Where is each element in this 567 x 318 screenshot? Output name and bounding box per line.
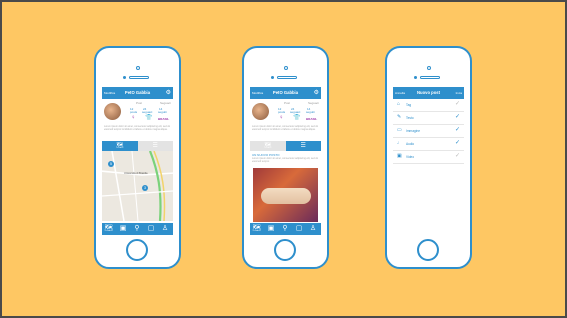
tab-list[interactable]: ☰ bbox=[285, 141, 321, 151]
screen: Annulla Nuovo post Invia ⌂ Tag ✓ ✎ Testo… bbox=[393, 87, 464, 235]
view-tabs: 🗺 ☰ bbox=[102, 141, 173, 151]
send-button[interactable]: Invia bbox=[456, 91, 462, 95]
option-label: Video bbox=[406, 155, 415, 159]
chat-nav-icon[interactable]: ▢ bbox=[144, 225, 158, 233]
post-body: Lorem ipsum dolor sit amet, consectetur … bbox=[252, 157, 319, 164]
page-title: PetO Gabbia bbox=[272, 90, 299, 95]
post-image[interactable] bbox=[253, 168, 318, 222]
canvas-background: Modifica PetO Gabbia ⚙ Post Seguaci 12 p… bbox=[0, 0, 567, 318]
app-header: Annulla Nuovo post Invia bbox=[393, 87, 464, 99]
map-pin[interactable]: 3 bbox=[142, 185, 148, 191]
bottom-nav: 🗺 ▣ ⚲ ▢ ♙ bbox=[250, 223, 321, 235]
list-icon: ☰ bbox=[300, 143, 306, 149]
tab-map[interactable]: 🗺 bbox=[250, 141, 286, 151]
chat-nav-icon[interactable]: ▢ bbox=[292, 225, 306, 233]
screen: Modifica PetO Gabbia ⚙ Post Seguaci 12 p… bbox=[250, 87, 321, 235]
stat-following-label: seguiti bbox=[306, 110, 315, 114]
country-badge: BRASIL bbox=[158, 117, 170, 121]
option-row-video[interactable]: ▣ Video ✓ bbox=[393, 151, 464, 164]
user-nav-icon[interactable]: ♙ bbox=[306, 225, 320, 233]
page-title: Nuovo post bbox=[416, 90, 441, 95]
check-icon[interactable]: ✓ bbox=[455, 153, 460, 159]
map-icon: 🗺 bbox=[115, 143, 124, 149]
card-nav-icon[interactable]: ▣ bbox=[264, 225, 278, 233]
bottom-nav: 🗺 ▣ ⚲ ▢ ♙ bbox=[102, 223, 173, 235]
option-label: Tag bbox=[406, 103, 412, 107]
country-badge: BRASIL bbox=[306, 117, 318, 121]
home-button[interactable] bbox=[417, 239, 439, 261]
video-icon: ▣ bbox=[397, 153, 402, 159]
stat-followers-label: seguaci bbox=[142, 110, 153, 114]
stat-posts-label: posts bbox=[278, 110, 286, 114]
home-button[interactable] bbox=[126, 239, 148, 261]
speaker bbox=[277, 76, 297, 79]
phone-new-post: Annulla Nuovo post Invia ⌂ Tag ✓ ✎ Testo… bbox=[385, 46, 472, 269]
view-tabs: 🗺 ☰ bbox=[250, 141, 321, 151]
option-row-image[interactable]: ▭ Immagine ✓ bbox=[393, 125, 464, 138]
gear-icon[interactable]: ⚙ bbox=[166, 90, 171, 96]
image-icon: ▭ bbox=[397, 127, 402, 133]
tab-followers-label[interactable]: Seguaci bbox=[308, 101, 319, 105]
sensor bbox=[271, 76, 274, 79]
stat-following-label: seguiti bbox=[158, 110, 167, 114]
screen: Modifica PetO Gabbia ⚙ Post Seguaci 12 p… bbox=[102, 87, 173, 235]
stat-posts-label: posts bbox=[130, 110, 138, 114]
map-pin[interactable]: 5 bbox=[108, 161, 114, 167]
option-row-audio[interactable]: ♩ Audio ✓ bbox=[393, 138, 464, 151]
microphone-icon: ♩ bbox=[397, 140, 402, 146]
gear-icon[interactable]: ⚙ bbox=[314, 90, 319, 96]
camera bbox=[284, 66, 288, 70]
phone-profile-feed: Modifica PetO Gabbia ⚙ Post Seguaci 12 p… bbox=[242, 46, 329, 269]
home-button[interactable] bbox=[274, 239, 296, 261]
tab-followers-label[interactable]: Seguaci bbox=[160, 101, 171, 105]
pin-nav-icon[interactable]: ⚲ bbox=[130, 225, 144, 233]
camera bbox=[427, 66, 431, 70]
pencil-icon: ✎ bbox=[397, 114, 402, 120]
food-image-detail bbox=[261, 188, 311, 204]
user-nav-icon[interactable]: ♙ bbox=[158, 225, 172, 233]
option-label: Audio bbox=[406, 142, 415, 146]
female-icon: ♀ bbox=[131, 115, 136, 121]
app-header: Modifica PetO Gabbia ⚙ bbox=[102, 87, 173, 99]
shirt-icon: 👕 bbox=[145, 115, 153, 121]
check-icon[interactable]: ✓ bbox=[455, 114, 460, 120]
check-icon[interactable]: ✓ bbox=[455, 101, 460, 107]
pin-nav-icon[interactable]: ⚲ bbox=[278, 225, 292, 233]
speaker bbox=[420, 76, 440, 79]
map-view[interactable]: 5 3 Università di Brasilia bbox=[102, 151, 173, 221]
female-icon: ♀ bbox=[279, 115, 284, 121]
avatar[interactable] bbox=[252, 103, 269, 120]
option-label: Testo bbox=[406, 116, 414, 120]
avatar[interactable] bbox=[104, 103, 121, 120]
map-nav-icon[interactable]: 🗺 bbox=[250, 225, 264, 233]
option-row-text[interactable]: ✎ Testo ✓ bbox=[393, 112, 464, 125]
option-label: Immagine bbox=[406, 129, 420, 133]
stat-followers-label: seguaci bbox=[290, 110, 301, 114]
map-place-label: Università di Brasilia bbox=[124, 172, 148, 175]
profile-description: Lorem ipsum dolor sit amet, consectetur … bbox=[252, 125, 319, 132]
sensor bbox=[414, 76, 417, 79]
page-title: PetO Gabbia bbox=[124, 90, 151, 95]
camera bbox=[136, 66, 140, 70]
check-icon[interactable]: ✓ bbox=[455, 127, 460, 133]
option-row-tag[interactable]: ⌂ Tag ✓ bbox=[393, 99, 464, 112]
map-icon: 🗺 bbox=[263, 143, 272, 149]
map-nav-icon[interactable]: 🗺 bbox=[102, 225, 116, 233]
tab-posts-label[interactable]: Post bbox=[136, 101, 142, 105]
check-icon[interactable]: ✓ bbox=[455, 140, 460, 146]
speaker bbox=[129, 76, 149, 79]
card-nav-icon[interactable]: ▣ bbox=[116, 225, 130, 233]
phone-profile-map: Modifica PetO Gabbia ⚙ Post Seguaci 12 p… bbox=[94, 46, 181, 269]
tab-list[interactable]: ☰ bbox=[137, 141, 173, 151]
sensor bbox=[123, 76, 126, 79]
app-header: Modifica PetO Gabbia ⚙ bbox=[250, 87, 321, 99]
profile-description: Lorem ipsum dolor sit amet, consectetur … bbox=[104, 125, 171, 132]
tab-posts-label[interactable]: Post bbox=[284, 101, 290, 105]
tag-icon: ⌂ bbox=[397, 101, 401, 107]
list-icon: ☰ bbox=[152, 143, 158, 149]
tab-map[interactable]: 🗺 bbox=[102, 141, 138, 151]
shirt-icon: 👕 bbox=[293, 115, 301, 121]
